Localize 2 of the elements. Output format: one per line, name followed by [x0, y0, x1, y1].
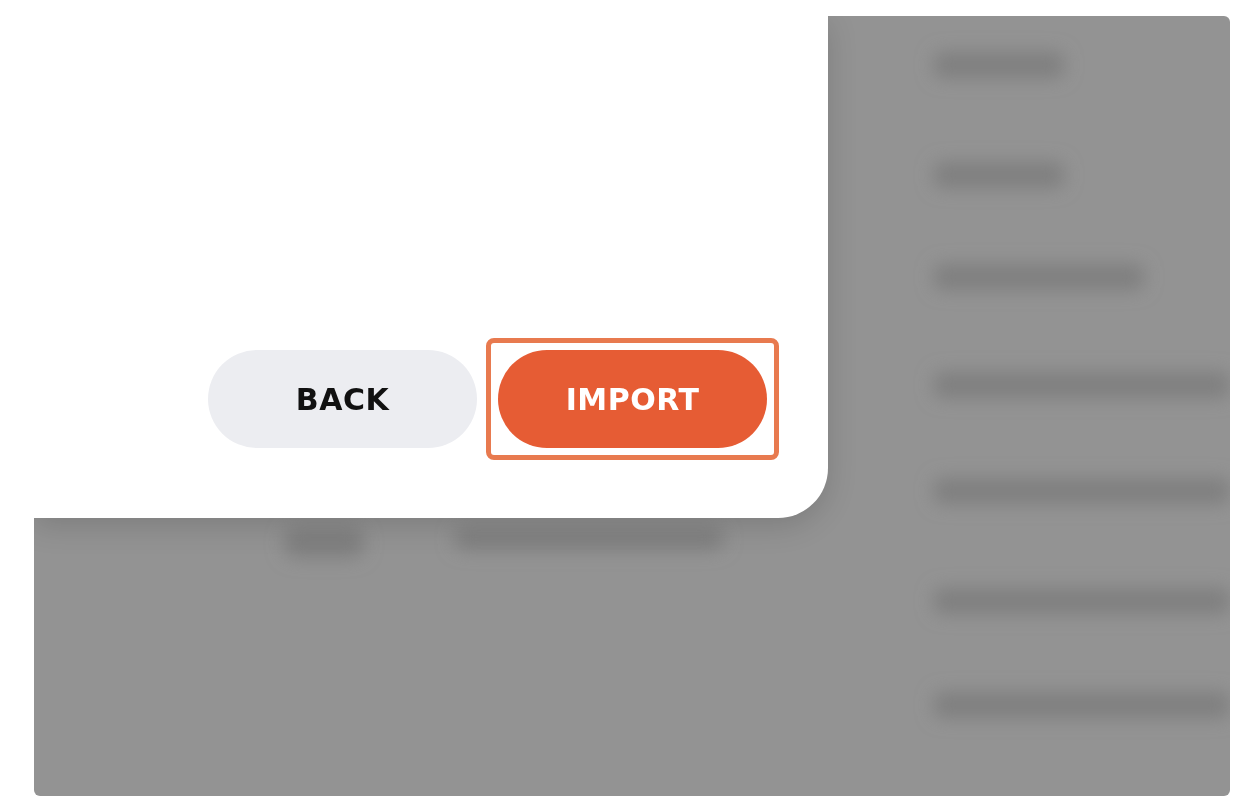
import-button[interactable]: IMPORT — [498, 350, 767, 448]
back-button[interactable]: BACK — [208, 350, 477, 448]
